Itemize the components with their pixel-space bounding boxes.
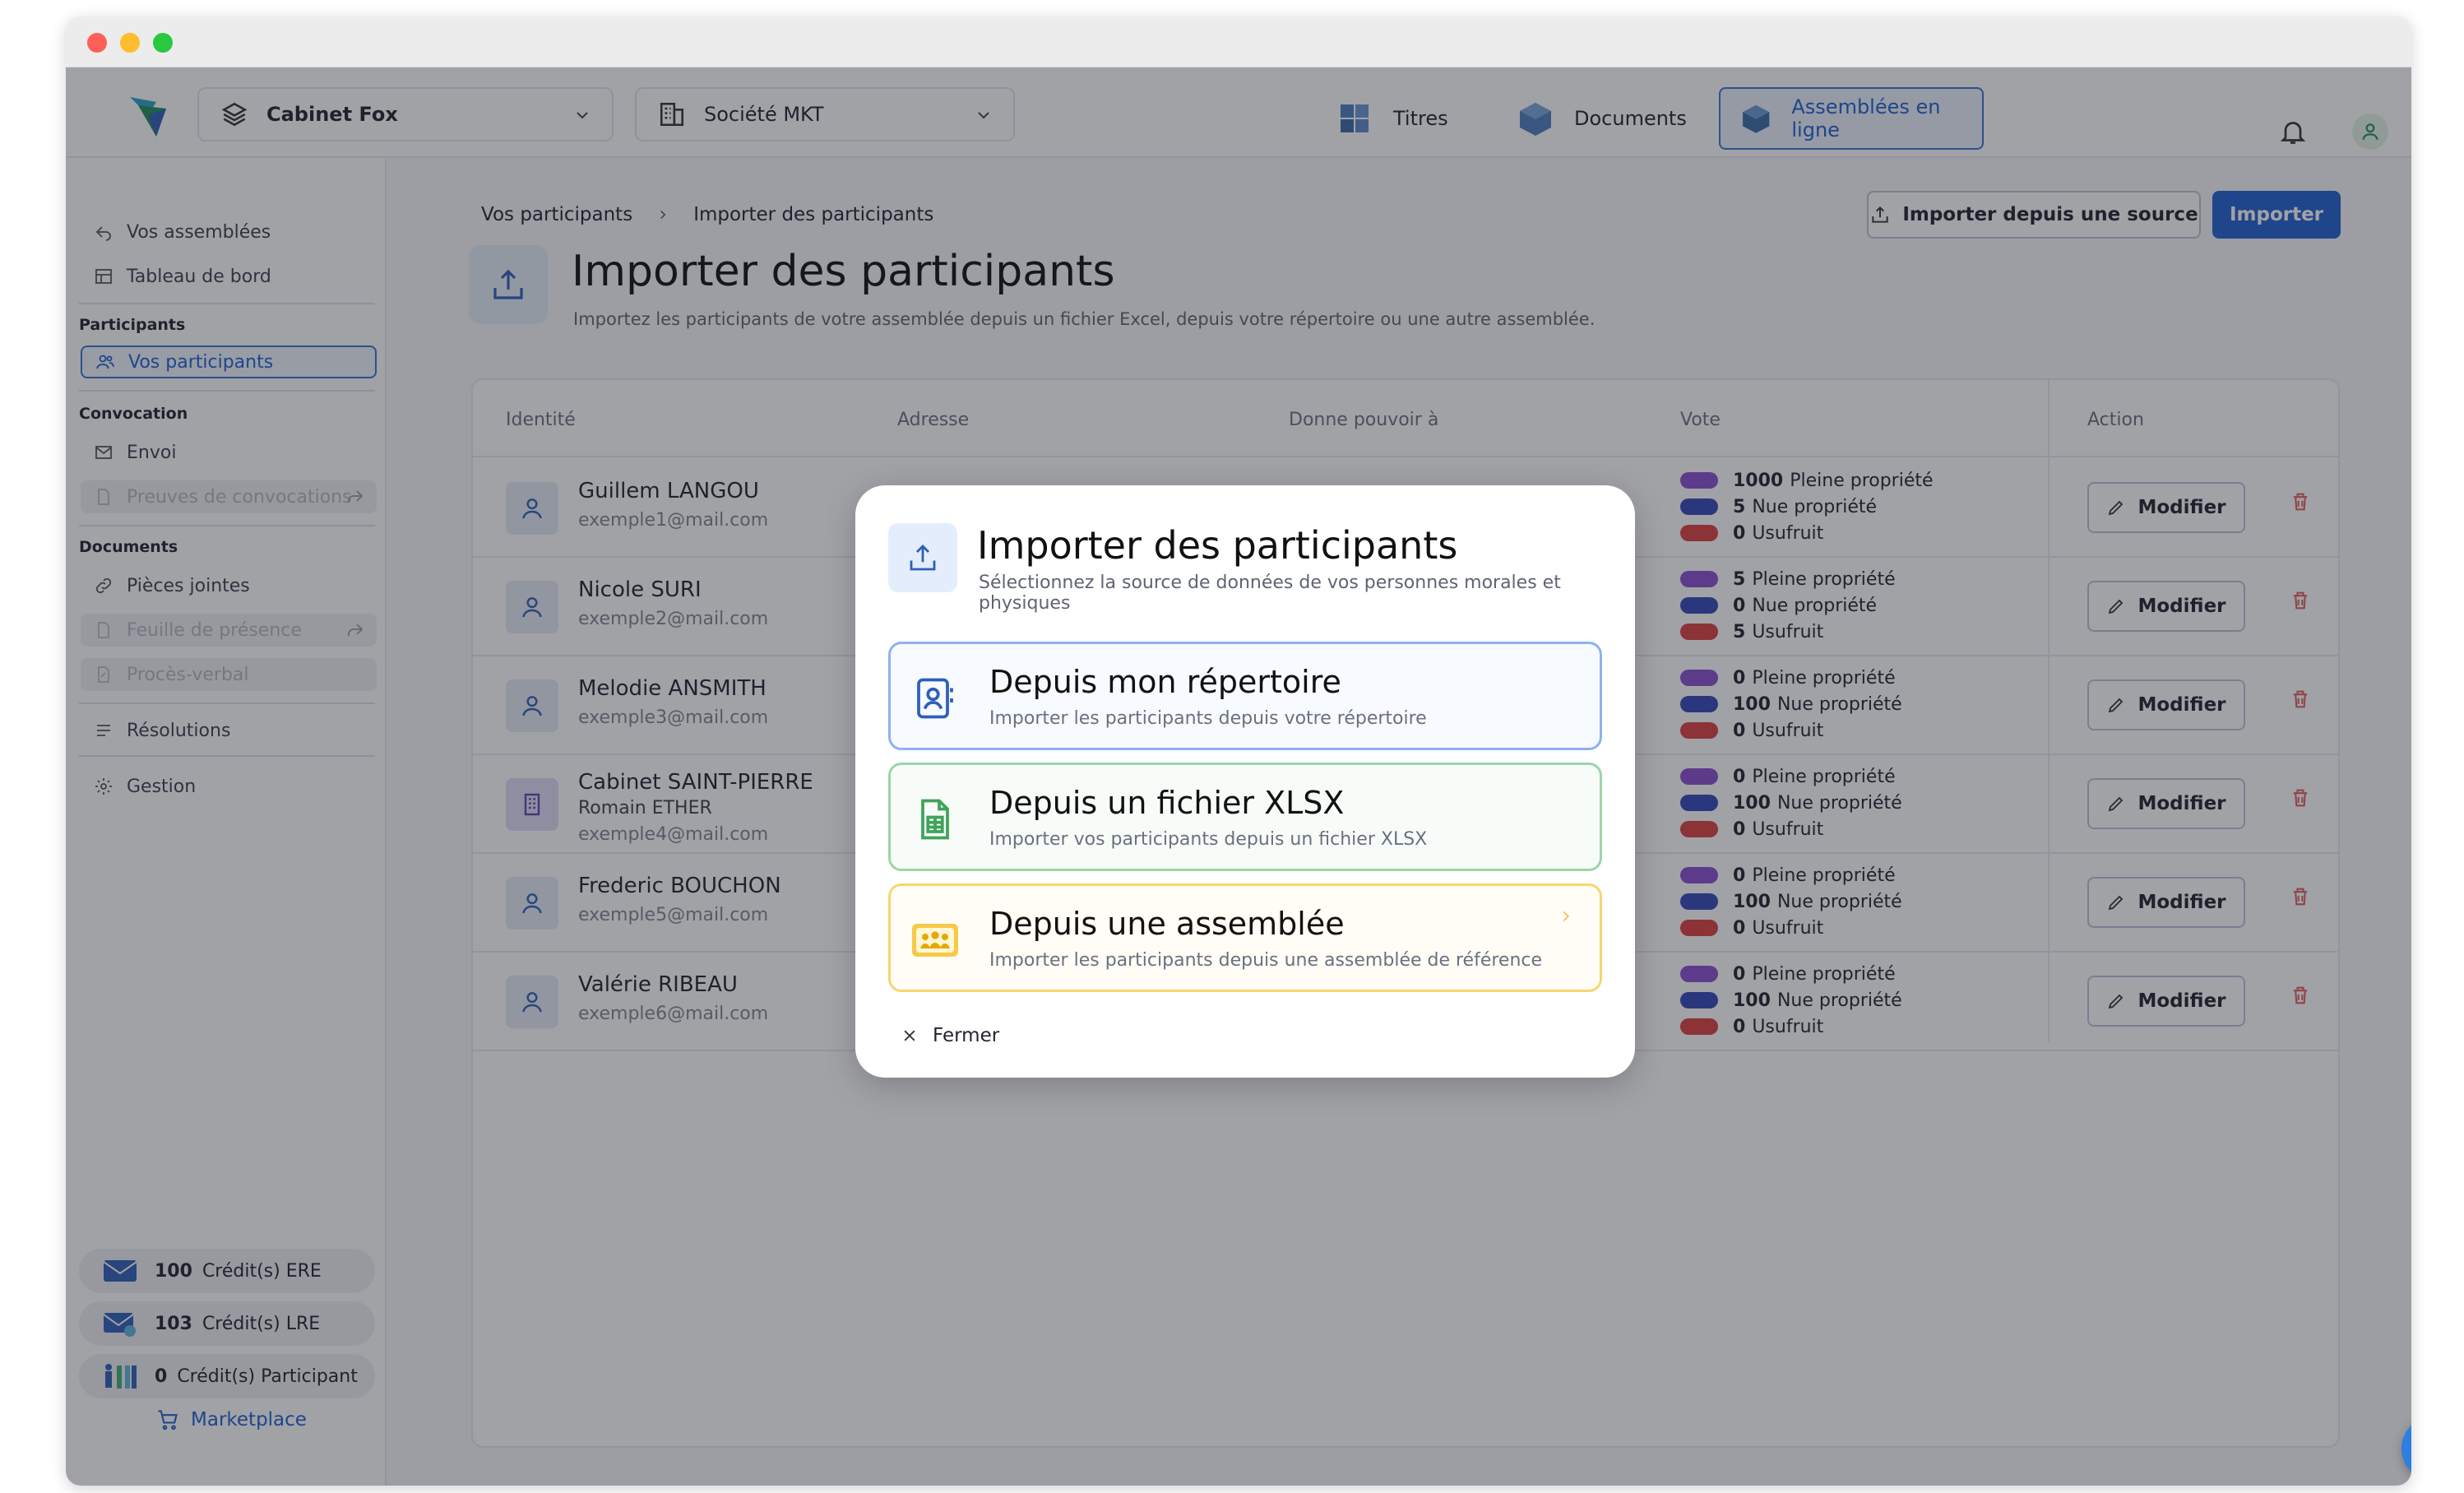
modal-upload-icon-box xyxy=(888,523,957,592)
close-label: Fermer xyxy=(933,1025,1000,1046)
title-bar xyxy=(66,16,2411,67)
minimize-window-button[interactable] xyxy=(120,33,140,53)
maximize-window-button[interactable] xyxy=(153,33,173,53)
option-subtitle: Importer vos participants depuis un fich… xyxy=(989,829,1428,850)
chevron-right-icon xyxy=(1563,911,1570,922)
option-title: Depuis une assemblée xyxy=(989,906,1345,942)
modal-subtitle: Sélectionnez la source de données de vos… xyxy=(979,573,1561,614)
option-depuis-repertoire[interactable]: Depuis mon répertoire Importer les parti… xyxy=(888,642,1602,750)
close-icon xyxy=(904,1030,915,1041)
modal-title: Importer des participants xyxy=(977,523,1458,568)
close-modal-button[interactable]: Fermer xyxy=(901,1025,999,1046)
option-subtitle: Importer les participants depuis une ass… xyxy=(989,950,1543,971)
option-title: Depuis mon répertoire xyxy=(989,664,1341,700)
option-title: Depuis un fichier XLSX xyxy=(989,785,1345,821)
contact-book-icon xyxy=(917,678,953,719)
option-depuis-fichier-xlsx[interactable]: Depuis un fichier XLSX Importer vos part… xyxy=(888,763,1602,871)
import-modal: Importer des participants Sélectionnez l… xyxy=(855,485,1635,1078)
option-depuis-assemblee[interactable]: Depuis une assemblée Importer les partic… xyxy=(888,883,1602,992)
option-subtitle: Importer les participants depuis votre r… xyxy=(989,708,1427,729)
app-window: Cabinet Fox Société MKT Titres Documents… xyxy=(66,16,2411,1486)
group-icon xyxy=(912,924,958,957)
spreadsheet-file-icon xyxy=(921,799,949,840)
upload-icon xyxy=(910,545,936,571)
close-window-button[interactable] xyxy=(87,33,107,53)
